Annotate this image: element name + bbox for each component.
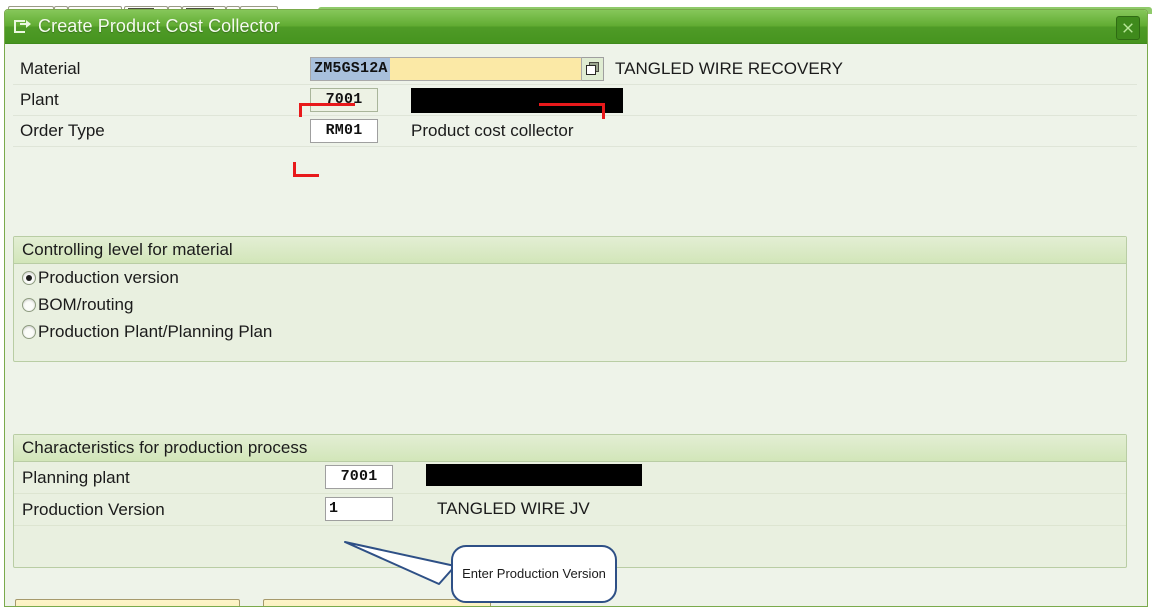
- planning-plant-description-redacted: [426, 464, 642, 486]
- close-icon[interactable]: [1116, 16, 1140, 40]
- radio-label: Production version: [38, 267, 179, 287]
- radio-icon: [22, 270, 36, 285]
- production-version-row: Production Version 1 TANGLED WIRE JV: [14, 494, 1126, 526]
- exit-arrow-icon: [14, 19, 31, 34]
- dialog-title: Create Product Cost Collector: [38, 16, 280, 36]
- radio-bom-routing[interactable]: BOM/routing: [14, 291, 1126, 318]
- material-description: TANGLED WIRE RECOVERY: [615, 59, 843, 78]
- radio-icon: [22, 297, 36, 312]
- material-input[interactable]: ZM5GS12A: [310, 57, 582, 81]
- material-row: Material ZM5GS12A TANGLED WIRE RECOVERY: [13, 54, 1137, 85]
- order-type-label: Order Type: [20, 121, 105, 140]
- planning-plant-row: Planning plant 7001: [14, 462, 1126, 494]
- plant-label: Plant: [20, 90, 59, 109]
- material-input-value: ZM5GS12A: [311, 58, 390, 80]
- create-product-cost-collector-dialog: Create Product Cost Collector Material Z…: [4, 9, 1148, 607]
- callout-enter-production-version: Enter Production Version: [451, 545, 617, 603]
- radio-icon: [22, 324, 36, 339]
- material-label: Material: [20, 59, 81, 78]
- planning-plant-input[interactable]: 7001: [325, 465, 393, 489]
- controlling-level-title: Controlling level for material: [14, 237, 1126, 264]
- order-type-description: Product cost collector: [411, 121, 574, 140]
- header-fields: Material ZM5GS12A TANGLED WIRE RECOVERY …: [13, 54, 1137, 147]
- planning-plant-label: Planning plant: [22, 468, 130, 487]
- callout-text: Enter Production Version: [462, 566, 606, 581]
- callout-pointer-icon: [344, 541, 456, 585]
- order-type-input[interactable]: RM01: [310, 119, 378, 143]
- order-type-row: Order Type RM01 Product cost collector: [13, 116, 1137, 147]
- cancel-button-label: Cancel: [290, 603, 490, 606]
- confirm-button[interactable]: Confirm: [15, 599, 240, 606]
- plant-description-redacted: [411, 88, 623, 113]
- matchcode-icon[interactable]: [582, 57, 604, 81]
- controlling-level-group: Controlling level for material Productio…: [13, 236, 1127, 362]
- characteristics-title: Characteristics for production process: [14, 435, 1126, 462]
- radio-production-plant-planning-plan[interactable]: Production Plant/Planning Plan: [14, 318, 1126, 345]
- production-version-label: Production Version: [22, 500, 165, 519]
- plant-input[interactable]: 7001: [310, 88, 378, 112]
- check-icon: [16, 605, 42, 606]
- radio-label: Production Plant/Planning Plan: [38, 321, 273, 341]
- confirm-button-label: Confirm: [42, 603, 239, 606]
- radio-production-version[interactable]: Production version: [14, 264, 1126, 291]
- radio-label: BOM/routing: [38, 294, 134, 314]
- production-version-input[interactable]: 1: [325, 497, 393, 521]
- x-icon: [264, 605, 290, 606]
- dialog-titlebar: Create Product Cost Collector: [5, 10, 1147, 44]
- dialog-body: Material ZM5GS12A TANGLED WIRE RECOVERY …: [5, 44, 1147, 606]
- plant-row: Plant 7001: [13, 85, 1137, 116]
- production-version-description: TANGLED WIRE JV: [437, 499, 590, 518]
